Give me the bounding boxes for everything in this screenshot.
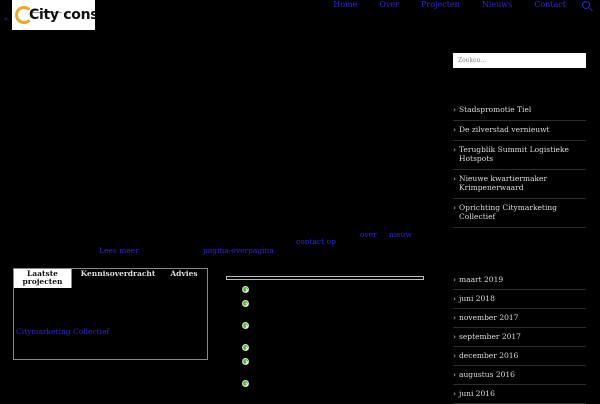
logo[interactable]: City consult [12,0,95,30]
list-item[interactable]: › augustus 2016 [453,366,586,385]
link-pagina[interactable]: pagina-overpagina [203,246,274,255]
link-contact[interactable]: contact op [296,237,336,246]
list-item[interactable]: › maart 2019 [453,271,586,290]
nav-item-over[interactable]: Over [357,0,399,9]
slider-track[interactable] [226,276,424,280]
list-item[interactable]: › Terugblik Summit Logistieke Hotspots [453,141,586,170]
check-icon [242,300,249,307]
tab-kennisoverdracht[interactable]: Kennisoverdracht [72,269,164,288]
check-icon [242,322,249,329]
link-lees-meer[interactable]: Lees meer [99,246,139,255]
tabs-panel: Laatste projecten Kennisoverdracht Advie… [13,268,208,360]
nav-item-projecten[interactable]: Projecten [399,0,460,9]
tab-advies[interactable]: Advies [164,269,204,288]
list-item[interactable]: › juni 2018 [453,290,586,309]
recent-posts-list: › Stadspromotie Tiel › De zilverstad verni… [453,101,586,228]
check-icon [242,380,249,387]
logo-text: City consult [29,7,95,23]
list-item[interactable]: › De zilverstad vernieuwt [453,121,586,141]
list-item[interactable]: › Oprichting Citymarketing Collectief [453,199,586,228]
check-icon [242,358,249,365]
check-icon [242,344,249,351]
main-nav: Home Over Projecten Nieuws Contact [311,0,590,12]
list-item[interactable]: › juni 2016 [453,385,586,404]
tab-row: Laatste projecten Kennisoverdracht Advie… [14,269,207,288]
check-icon [242,286,249,293]
chevron-left-icon[interactable]: « [4,15,8,23]
project-link[interactable]: Citymarketing Collectief [16,327,109,336]
nav-item-home[interactable]: Home [311,0,357,9]
search-icon[interactable] [582,1,590,9]
nav-item-contact[interactable]: Contact [512,0,566,9]
search-input[interactable] [453,53,586,68]
list-item[interactable]: › Nieuwe kwartiermaker Krimpenerwaard [453,170,586,199]
archive-list: › maart 2019 › juni 2018 › november 2017 › s… [453,271,586,404]
nav-item-nieuws[interactable]: Nieuws [460,0,512,9]
list-item[interactable]: › november 2017 [453,309,586,328]
link-nieuw[interactable]: nieuw [389,230,412,239]
list-item[interactable]: › Stadspromotie Tiel [453,101,586,121]
link-over[interactable]: over [360,230,377,239]
list-item[interactable]: › december 2016 [453,347,586,366]
tab-laatste-projecten[interactable]: Laatste projecten [14,269,72,288]
list-item[interactable]: › september 2017 [453,328,586,347]
